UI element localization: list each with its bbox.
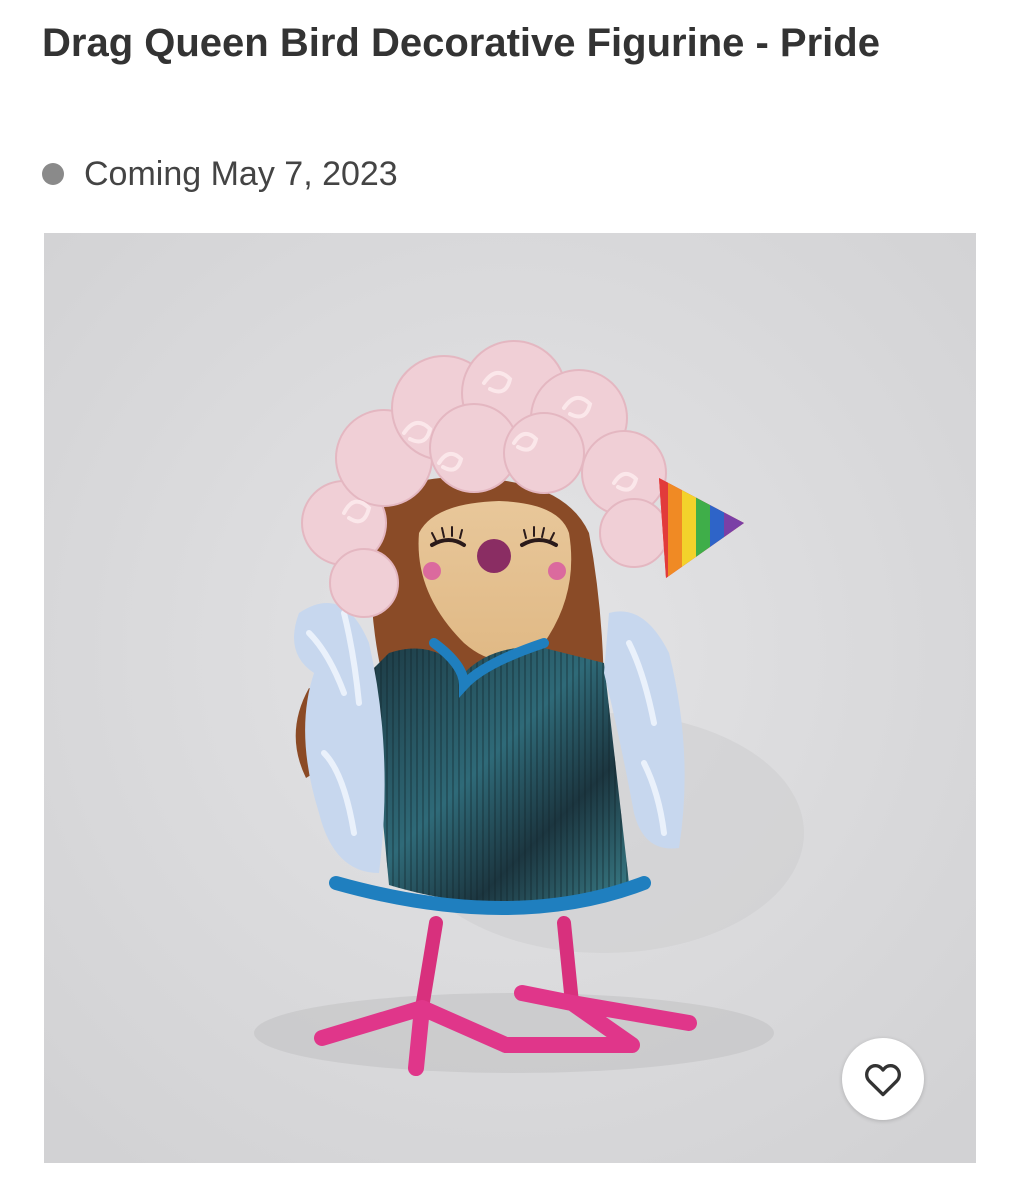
- availability-text: Coming May 7, 2023: [84, 154, 398, 193]
- bird-figurine-illustration: [44, 233, 976, 1163]
- product-image[interactable]: [44, 233, 976, 1163]
- status-dot-icon: [42, 163, 64, 185]
- favorite-button[interactable]: [842, 1038, 924, 1120]
- availability-status: Coming May 7, 2023: [42, 150, 398, 198]
- heart-outline-icon: [865, 1064, 901, 1097]
- product-title: Drag Queen Bird Decorative Figurine - Pr…: [42, 21, 880, 65]
